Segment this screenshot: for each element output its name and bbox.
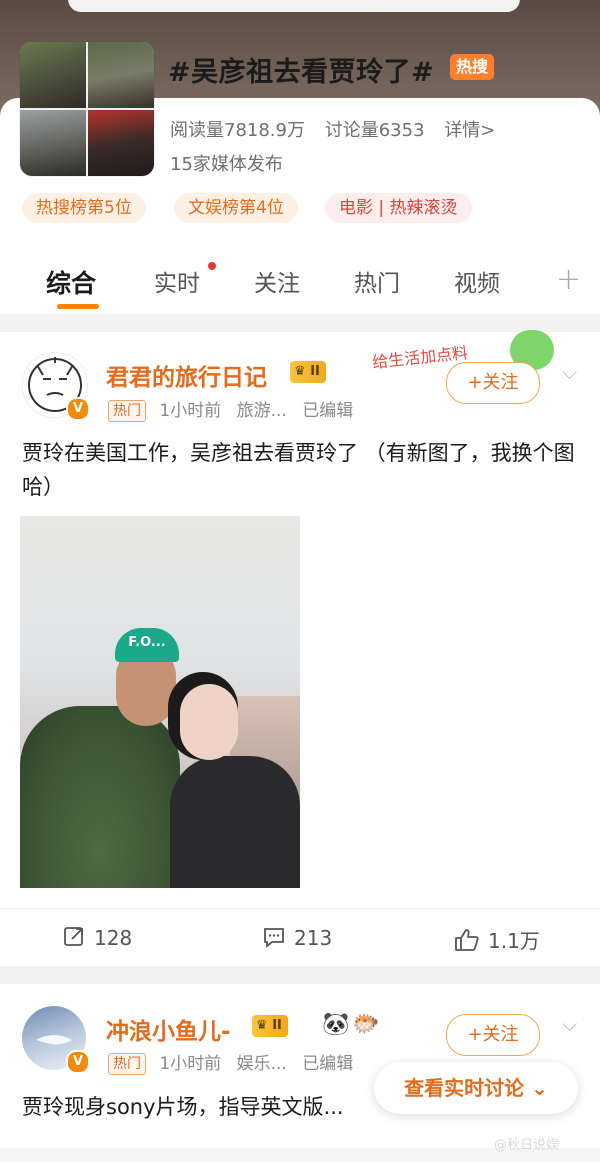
topic-stats: 阅读量7818.9万 讨论量6353 详情> <box>170 116 509 142</box>
tab-active-underline <box>57 304 99 309</box>
hot-post-badge: 热门 <box>108 1053 146 1075</box>
verified-badge-icon: V <box>66 397 90 421</box>
photo-person-man <box>20 706 180 888</box>
details-link[interactable]: 详情> <box>444 120 495 141</box>
comment-button[interactable]: 213 <box>262 925 332 950</box>
verified-badge-icon: V <box>66 1050 90 1074</box>
follow-button[interactable]: +关注 <box>446 1014 540 1056</box>
crown-icon: ♛ <box>256 1018 268 1033</box>
section-divider <box>0 314 600 332</box>
fish-icon: 🐡 <box>352 1012 380 1037</box>
tag-movie[interactable]: 电影 | 热辣滚烫 <box>325 193 472 223</box>
tab-comprehensive[interactable]: 综合 <box>46 264 96 300</box>
comment-icon <box>264 928 284 948</box>
post-meta: 热门 1小时前 娱乐... 已编辑 <box>108 1049 363 1075</box>
view-realtime-discussion-button[interactable]: 查看实时讨论 ⌄ <box>374 1062 578 1114</box>
member-level-badge: ♛ II <box>290 361 326 383</box>
chevron-down-icon[interactable]: ⌵ <box>562 360 577 384</box>
post-username[interactable]: 冲浪小鱼儿- <box>106 1012 231 1046</box>
tag-hot-rank[interactable]: 热搜榜第5位 <box>22 193 146 223</box>
post-time: 1小时前 <box>159 1054 222 1074</box>
like-button[interactable]: 1.1万 <box>454 925 540 954</box>
post-meta: 热门 1小时前 旅游... 已编辑 <box>108 396 363 422</box>
section-divider <box>0 966 600 984</box>
repost-count: 128 <box>94 926 133 950</box>
photo-cap: F.O... <box>115 628 179 662</box>
post-username[interactable]: 君君的旅行日记 <box>106 358 267 392</box>
thumbnail-image <box>88 110 154 176</box>
floating-button-label: 查看实时讨论 <box>404 1076 525 1100</box>
comment-count: 213 <box>294 926 333 950</box>
photo-person-woman <box>170 756 300 888</box>
search-bar[interactable] <box>68 0 520 12</box>
follow-button[interactable]: +关注 <box>446 362 540 404</box>
watermark: @秋日说娱 <box>494 1138 560 1153</box>
topic-thumbnail-grid[interactable] <box>20 42 154 176</box>
post-text[interactable]: 贾玲在美国工作，吴彦祖去看贾玲了 （有新图了，我换个图哈） <box>22 436 578 504</box>
thumbs-up-icon <box>455 929 479 951</box>
post-source: 娱乐... <box>236 1054 287 1074</box>
tab-bar: 综合 实时 关注 热门 视频 + <box>0 256 600 314</box>
tab-following[interactable]: 关注 <box>254 264 300 298</box>
new-dot-indicator <box>208 262 216 270</box>
member-level-badge: ♛ II <box>252 1015 288 1037</box>
thumbnail-image <box>20 42 86 108</box>
post-actions: 128 213 1.1万 <box>0 908 600 967</box>
double-chevron-down-icon: ⌄ <box>524 1076 548 1100</box>
post-source: 旅游... <box>236 401 287 421</box>
share-icon <box>64 927 83 946</box>
media-count: 15家媒体发布 <box>170 154 283 175</box>
hot-post-badge: 热门 <box>108 400 146 422</box>
level-text: II <box>272 1018 282 1033</box>
read-count: 阅读量7818.9万 <box>170 120 305 141</box>
post-time: 1小时前 <box>159 401 222 421</box>
chevron-down-icon[interactable]: ⌵ <box>562 1012 577 1036</box>
photo-head <box>180 684 238 760</box>
discuss-count: 讨论量6353 <box>324 120 425 141</box>
tab-video[interactable]: 视频 <box>454 264 500 298</box>
panda-icon: 🐼 <box>322 1012 350 1037</box>
tab-hot[interactable]: 热门 <box>354 264 400 298</box>
like-count: 1.1万 <box>488 929 540 953</box>
repost-button[interactable]: 128 <box>62 925 132 950</box>
topic-title: #吴彦祖去看贾玲了# <box>168 57 435 88</box>
add-tab-icon[interactable]: + <box>556 262 581 297</box>
edited-label: 已编辑 <box>302 1054 354 1074</box>
edited-label: 已编辑 <box>302 401 354 421</box>
hot-badge: 热搜 <box>450 54 494 80</box>
crown-icon: ♛ <box>294 364 306 379</box>
thumbnail-image <box>20 110 86 176</box>
tab-realtime[interactable]: 实时 <box>154 264 200 298</box>
level-text: II <box>310 364 320 379</box>
post-image[interactable]: F.O... <box>20 516 300 888</box>
tag-ent-rank[interactable]: 文娱榜第4位 <box>174 193 298 223</box>
thumbnail-image <box>88 42 154 108</box>
